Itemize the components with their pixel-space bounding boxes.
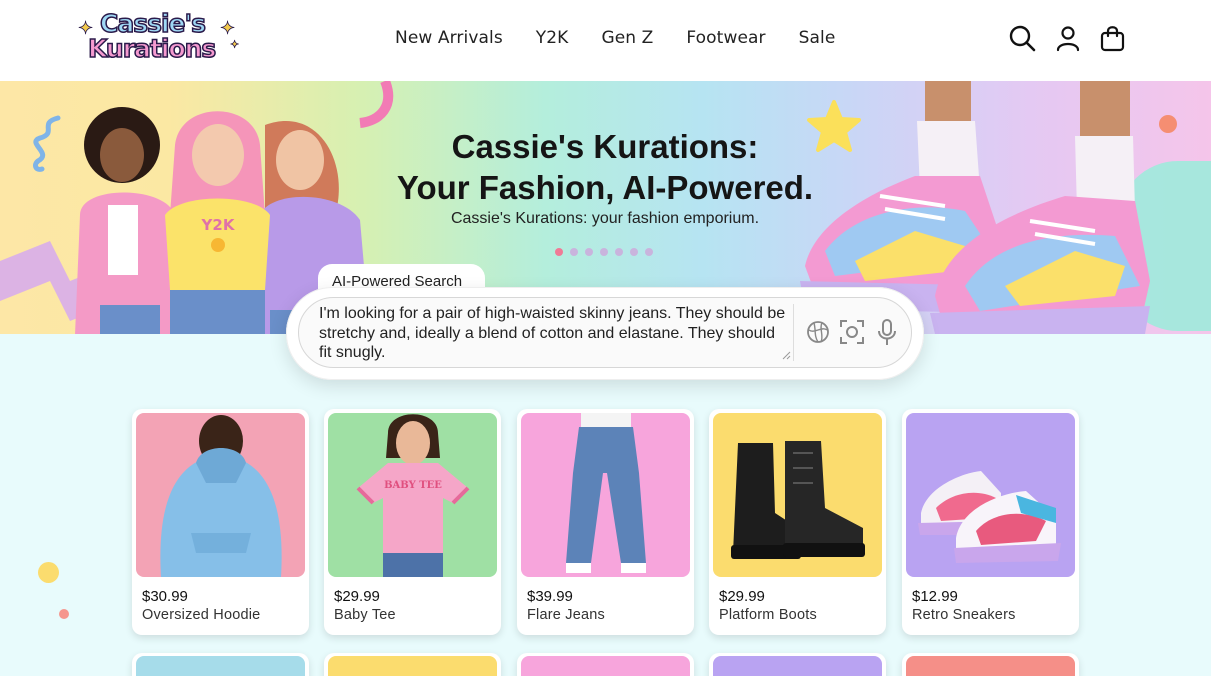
carousel-dot[interactable] xyxy=(570,248,578,256)
product-image-partial[interactable] xyxy=(713,656,882,676)
product-card-retro-sneakers[interactable]: $12.99 Retro Sneakers xyxy=(902,409,1079,635)
decor-squiggle xyxy=(33,115,61,172)
hero-subtitle: Cassie's Kurations: your fashion emporiu… xyxy=(450,210,760,227)
search-field-container: I'm looking for a pair of high-waisted s… xyxy=(298,297,912,368)
brand-logo[interactable]: ✦ Cassie's Kurations ✦ ✦ xyxy=(78,8,245,70)
product-name[interactable]: Oversized Hoodie xyxy=(142,607,260,623)
product-card-baby-tee[interactable]: BABY TEE $29.99 Baby Tee xyxy=(324,409,501,635)
nav-footwear[interactable]: Footwear xyxy=(686,28,765,48)
product-price: $29.99 xyxy=(334,588,380,605)
hero-title-line2: Your Fashion, AI-Powered. xyxy=(396,169,814,206)
sparkle-icon: ✦ xyxy=(220,18,236,39)
tee-print: BABY TEE xyxy=(384,480,442,491)
carousel-dot[interactable] xyxy=(585,248,593,256)
logo-line2: Kurations xyxy=(87,33,217,64)
decor-dot xyxy=(59,609,69,619)
product-image[interactable] xyxy=(521,413,690,577)
carousel-dot[interactable] xyxy=(600,248,608,256)
search-divider xyxy=(793,304,794,361)
product-card-partial[interactable] xyxy=(517,653,694,676)
shirt-print: Y2K xyxy=(201,216,236,234)
carousel-dot[interactable] xyxy=(555,248,563,256)
product-price: $29.99 xyxy=(719,588,765,605)
ai-search-box: I'm looking for a pair of high-waisted s… xyxy=(286,287,924,380)
product-card-platform-boots[interactable]: $29.99 Platform Boots xyxy=(709,409,886,635)
product-card-hoodie[interactable]: $30.99 Oversized Hoodie xyxy=(132,409,309,635)
sparkle-icon: ✦ xyxy=(230,39,240,52)
product-price: $12.99 xyxy=(912,588,958,605)
product-price: $30.99 xyxy=(142,588,188,605)
nav-y2k[interactable]: Y2K xyxy=(536,28,569,48)
search-input[interactable]: I'm looking for a pair of high-waisted s… xyxy=(319,304,789,363)
product-image-partial[interactable] xyxy=(906,656,1075,676)
product-card-partial[interactable] xyxy=(324,653,501,676)
product-image[interactable] xyxy=(906,413,1075,577)
hero-title: Cassie's Kurations: Your Fashion, AI-Pow… xyxy=(360,126,850,208)
main-nav: New Arrivals Y2K Gen Z Footwear Sale xyxy=(395,28,868,48)
nav-new-arrivals[interactable]: New Arrivals xyxy=(395,28,503,48)
product-name[interactable]: Retro Sneakers xyxy=(912,607,1016,623)
product-image[interactable] xyxy=(136,413,305,577)
product-image-partial[interactable] xyxy=(136,656,305,676)
product-price: $39.99 xyxy=(527,588,573,605)
user-icon[interactable] xyxy=(1054,24,1082,52)
product-card-partial[interactable] xyxy=(709,653,886,676)
carousel-dot[interactable] xyxy=(645,248,653,256)
carousel-dot[interactable] xyxy=(615,248,623,256)
carousel-dots xyxy=(555,248,653,256)
product-image-partial[interactable] xyxy=(521,656,690,676)
microphone-icon[interactable] xyxy=(873,318,901,346)
product-image-partial[interactable] xyxy=(328,656,497,676)
image-search-icon[interactable] xyxy=(804,318,832,346)
camera-scan-icon[interactable] xyxy=(838,318,866,346)
nav-sale[interactable]: Sale xyxy=(799,28,836,48)
product-name[interactable]: Baby Tee xyxy=(334,607,396,623)
product-card-flare-jeans[interactable]: $39.99 Flare Jeans xyxy=(517,409,694,635)
search-icon[interactable] xyxy=(1008,24,1036,52)
product-name[interactable]: Flare Jeans xyxy=(527,607,605,623)
carousel-dot[interactable] xyxy=(630,248,638,256)
decor-dot xyxy=(1159,115,1177,133)
decor-dot xyxy=(38,562,59,583)
product-name[interactable]: Platform Boots xyxy=(719,607,817,623)
site-header: ✦ Cassie's Kurations ✦ ✦ New Arrivals Y2… xyxy=(0,0,1211,81)
nav-gen-z[interactable]: Gen Z xyxy=(601,28,653,48)
shopping-bag-icon[interactable] xyxy=(1099,24,1127,52)
product-image[interactable] xyxy=(713,413,882,577)
hero-title-line1: Cassie's Kurations: xyxy=(451,128,759,165)
product-card-partial[interactable] xyxy=(132,653,309,676)
product-image[interactable]: BABY TEE xyxy=(328,413,497,577)
product-card-partial[interactable] xyxy=(902,653,1079,676)
resize-handle-icon[interactable] xyxy=(781,350,791,360)
